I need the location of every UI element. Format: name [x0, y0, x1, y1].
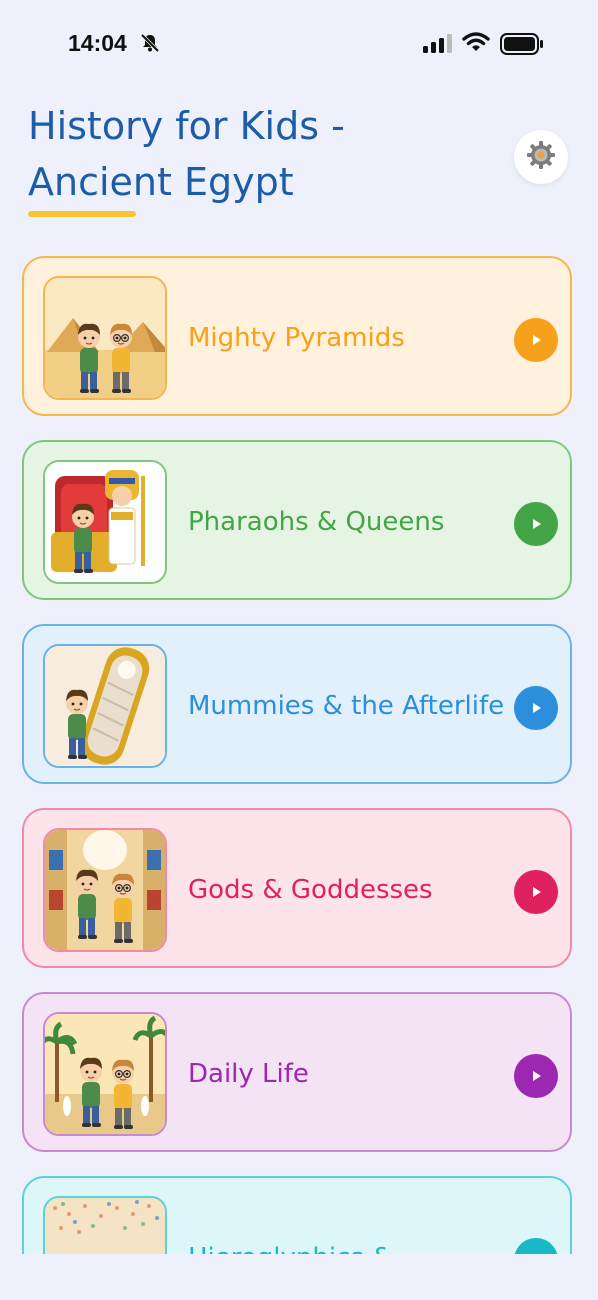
play-button[interactable] [514, 318, 558, 362]
play-button[interactable] [514, 1238, 558, 1254]
topic-thumbnail-image [43, 276, 167, 400]
page-title-line-1: History for Kids - [28, 104, 345, 148]
topic-label: Daily Life [188, 1059, 309, 1089]
settings-button[interactable] [514, 130, 568, 184]
play-button[interactable] [514, 686, 558, 730]
topic-card[interactable]: Mighty Pyramids [22, 256, 572, 416]
status-time: 14:04 [68, 30, 127, 56]
topic-thumbnail-image [43, 828, 167, 952]
topic-thumbnail-image [43, 460, 167, 584]
play-icon [528, 516, 544, 532]
topic-label: Mummies & the Afterlife [188, 691, 505, 721]
bell-slash-icon [140, 33, 160, 53]
cellular-signal-icon [423, 33, 455, 57]
topic-thumbnail-image [43, 1012, 167, 1136]
status-bar: 14:04 [0, 0, 598, 90]
play-button[interactable] [514, 502, 558, 546]
topic-label: Pharaohs & Queens [188, 507, 445, 537]
play-button[interactable] [514, 870, 558, 914]
play-button[interactable] [514, 1054, 558, 1098]
topic-label: Gods & Goddesses [188, 875, 433, 905]
topic-card[interactable]: Mummies & the Afterlife [22, 624, 572, 784]
play-icon [528, 700, 544, 716]
title-underline [28, 211, 136, 217]
play-icon [528, 332, 544, 348]
topic-card[interactable]: Pharaohs & Queens [22, 440, 572, 600]
topic-label: Mighty Pyramids [188, 323, 405, 353]
play-icon [528, 1068, 544, 1084]
topic-card[interactable]: Gods & Goddesses [22, 808, 572, 968]
page-header: History for Kids - Ancient Egypt [28, 98, 578, 217]
bottom-safe-area [0, 1254, 598, 1300]
topic-card[interactable]: Daily Life [22, 992, 572, 1152]
topic-card[interactable]: Hieroglyphics & [22, 1176, 572, 1254]
gear-icon [525, 139, 557, 175]
page-title-line-2: Ancient Egypt [28, 160, 294, 204]
play-icon [528, 884, 544, 900]
topic-thumbnail-image [43, 644, 167, 768]
wifi-icon [462, 31, 490, 57]
topic-thumbnail-image [43, 1196, 167, 1254]
topic-list[interactable]: Mighty Pyramids Pharaohs & Queens Mummie… [22, 256, 576, 1254]
battery-icon [500, 33, 544, 59]
topic-label: Hieroglyphics & [188, 1178, 508, 1254]
